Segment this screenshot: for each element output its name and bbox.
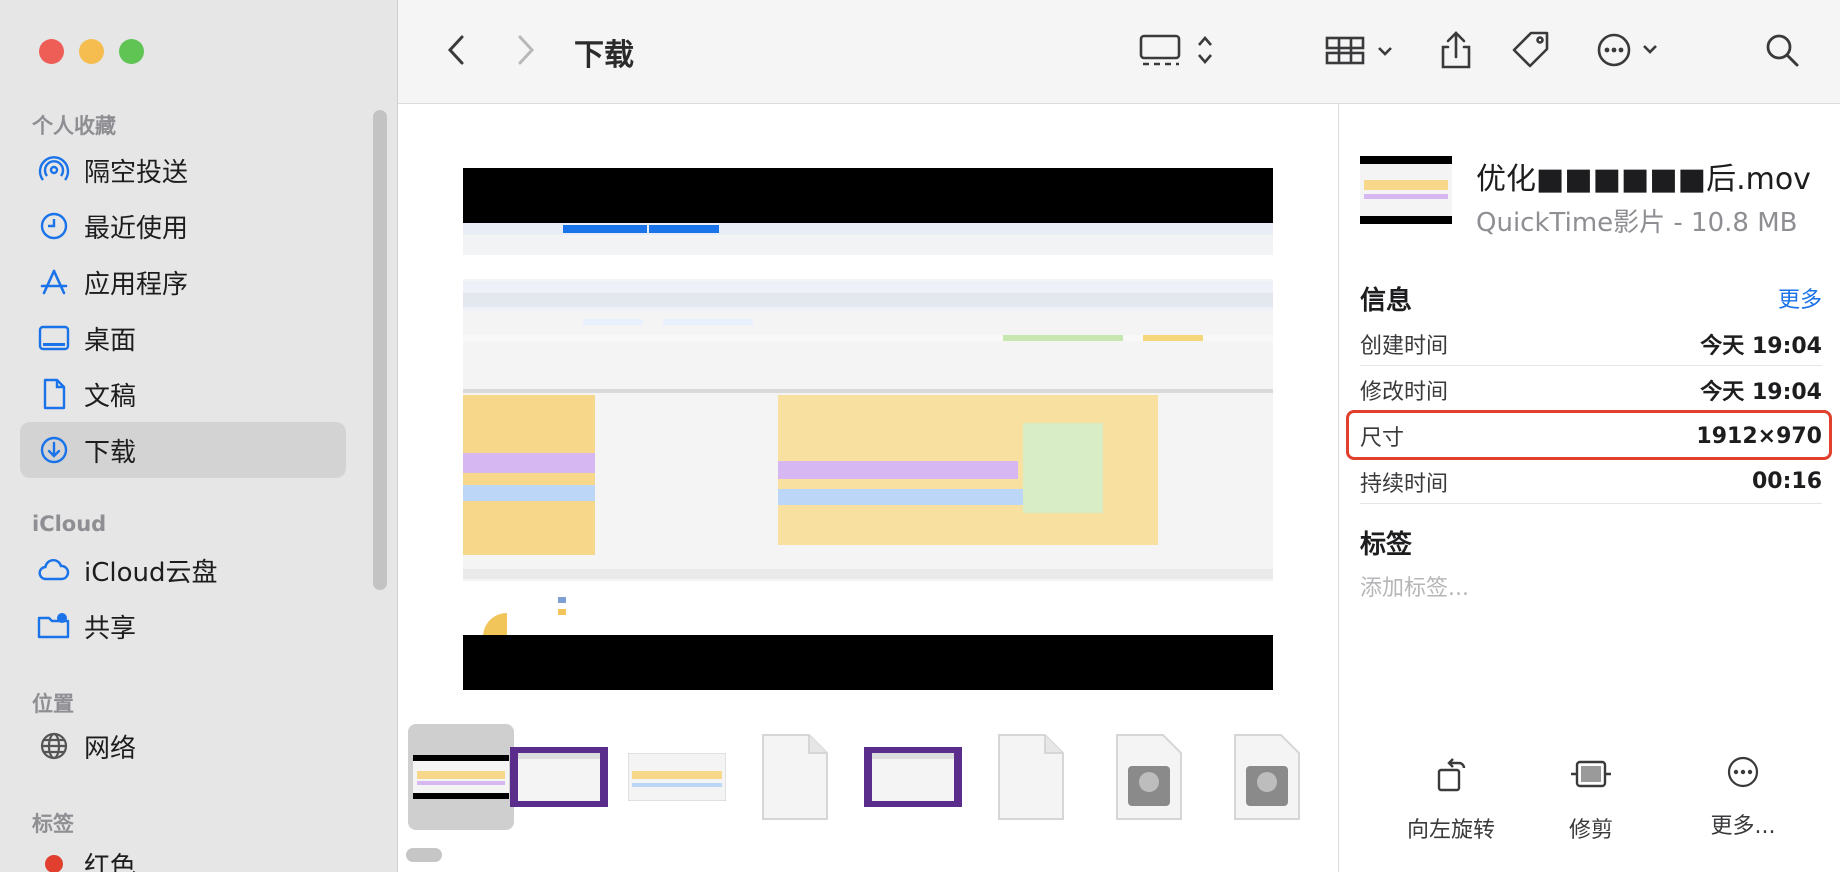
sidebar-item-icloud-drive[interactable]: iCloud云盘 (20, 542, 346, 598)
tag-button[interactable] (1508, 28, 1554, 76)
video-frame-devtools (463, 223, 1273, 635)
more-actions-label: 更多... (1710, 814, 1776, 839)
sidebar-item-label: 文稿 (84, 381, 137, 412)
desktop-icon (36, 320, 72, 356)
more-actions-inspector-button[interactable]: 更多... (1668, 754, 1818, 840)
sidebar-item-applications[interactable]: 应用程序 (20, 254, 346, 310)
row-value: 今天 19:04 (1700, 379, 1822, 405)
section-favorites: 个人收藏 (32, 114, 116, 138)
trim-button[interactable]: 修剪 (1516, 754, 1666, 844)
gallery-preview (398, 104, 1339, 872)
sidebar-item-label: 网络 (84, 733, 137, 764)
red-tag-icon (36, 846, 72, 872)
dimensions-highlight-box (1346, 410, 1832, 460)
sidebar-item-label: 最近使用 (84, 213, 189, 244)
rotate-left-icon (1431, 758, 1471, 798)
video-preview[interactable] (463, 168, 1273, 690)
thumbnail-blank-document-2[interactable] (978, 724, 1084, 830)
row-value: 今天 19:04 (1700, 333, 1822, 359)
section-tags: 标签 (32, 812, 74, 836)
cloud-icon (36, 552, 72, 588)
info-header: 信息 (1360, 286, 1413, 316)
sidebar-item-desktop[interactable]: 桌面 (20, 310, 346, 366)
thumbnail-current-video[interactable] (408, 724, 514, 830)
tags-input[interactable]: 添加标签... (1360, 570, 1469, 602)
back-button[interactable] (438, 28, 474, 76)
document-icon (36, 376, 72, 412)
toolbar: 下载 (398, 0, 1840, 104)
minimize-button[interactable] (79, 39, 104, 64)
sidebar-item-recents[interactable]: 最近使用 (20, 198, 346, 254)
ellipsis-circle-icon (1725, 756, 1761, 794)
row-duration: 持续时间 00:16 (1360, 460, 1822, 504)
sidebar-item-label: 应用程序 (84, 269, 189, 300)
sidebar-item-label: 桌面 (84, 325, 137, 356)
chevron-left-icon (446, 34, 466, 70)
gallery-view-icon (1139, 33, 1219, 71)
sidebar-item-label: 共享 (84, 613, 137, 644)
tag-icon (1511, 30, 1551, 74)
more-actions-button[interactable] (1594, 28, 1670, 76)
more-info-link[interactable]: 更多 (1778, 282, 1822, 314)
sidebar-scrollbar[interactable] (373, 110, 387, 590)
section-icloud: iCloud (32, 512, 107, 536)
rotate-left-label: 向左旋转 (1406, 818, 1495, 843)
sidebar-item-label: 隔空投送 (84, 157, 189, 188)
sidebar: 个人收藏 隔空投送 最近使用 应用程序 桌面 文稿 下载 iCloud iClo… (0, 0, 398, 872)
row-key: 持续时间 (1360, 471, 1449, 497)
sidebar-item-documents[interactable]: 文稿 (20, 366, 346, 422)
share-icon (1439, 30, 1473, 74)
share-button[interactable] (1434, 28, 1478, 76)
view-mode-button[interactable] (1138, 28, 1220, 76)
group-grid-icon (1323, 33, 1403, 71)
chevron-right-icon (516, 34, 536, 70)
forward-button[interactable] (508, 28, 544, 76)
search-icon (1764, 32, 1800, 72)
file-thumbnail (1360, 156, 1452, 224)
window-title: 下载 (574, 38, 634, 73)
thumbnail-disk-image-2[interactable] (1214, 724, 1320, 830)
airdrop-icon (36, 152, 72, 188)
sidebar-item-label: 下载 (84, 437, 137, 468)
file-kind-size: QuickTime影片 - 10.8 MB (1476, 208, 1798, 238)
sidebar-item-downloads[interactable]: 下载 (20, 422, 346, 478)
section-locations: 位置 (32, 692, 74, 716)
search-button[interactable] (1760, 28, 1804, 76)
sidebar-item-red-tag[interactable]: 红色 (20, 836, 346, 872)
row-key: 创建时间 (1360, 333, 1449, 359)
network-icon (36, 728, 72, 764)
thumbnail-disk-image[interactable] (1096, 724, 1202, 830)
trim-label: 修剪 (1568, 818, 1613, 843)
inspector-panel: 优化■■■■■■后.mov QuickTime影片 - 10.8 MB 信息 更… (1340, 104, 1840, 872)
thumbnail-blank-document[interactable] (742, 724, 848, 830)
applications-icon (36, 264, 72, 300)
download-icon (36, 432, 72, 468)
sidebar-item-label: iCloud云盘 (84, 557, 218, 588)
rotate-left-button[interactable]: 向左旋转 (1376, 754, 1526, 844)
sidebar-item-shared[interactable]: 共享 (20, 598, 346, 654)
finder-window: 个人收藏 隔空投送 最近使用 应用程序 桌面 文稿 下载 iCloud iClo… (0, 0, 1840, 872)
close-button[interactable] (39, 39, 64, 64)
row-key: 修改时间 (1360, 379, 1449, 405)
sidebar-item-network[interactable]: 网络 (20, 718, 346, 774)
group-button[interactable] (1320, 28, 1406, 76)
shared-folder-icon (36, 608, 72, 644)
thumbnail-screenshot-3[interactable] (860, 724, 966, 830)
row-modified: 修改时间 今天 19:04 (1360, 368, 1822, 412)
ellipsis-circle-icon (1596, 32, 1668, 72)
sidebar-item-label: 红色 (84, 851, 137, 872)
row-created: 创建时间 今天 19:04 (1360, 322, 1822, 366)
clock-icon (36, 208, 72, 244)
file-name: 优化■■■■■■后.mov (1476, 162, 1811, 197)
tags-header: 标签 (1360, 530, 1413, 560)
trim-icon (1569, 760, 1613, 798)
thumbnail-screenshot-2[interactable] (624, 724, 730, 830)
gallery-scrollbar[interactable] (406, 848, 442, 862)
row-value: 00:16 (1751, 469, 1822, 494)
sidebar-item-airdrop[interactable]: 隔空投送 (20, 142, 346, 198)
zoom-button[interactable] (119, 39, 144, 64)
thumbnail-screenshot-1[interactable] (506, 724, 612, 830)
